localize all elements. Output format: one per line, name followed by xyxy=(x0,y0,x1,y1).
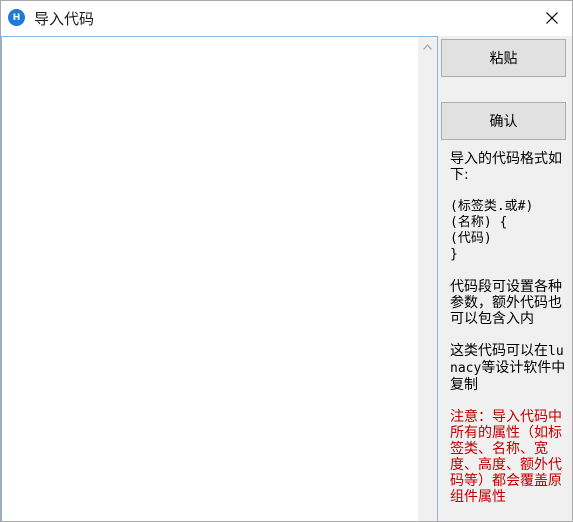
close-icon xyxy=(546,12,558,24)
copy-note: 这类代码可以在lunacy等设计软件中复制 xyxy=(450,343,570,393)
vertical-scrollbar[interactable] xyxy=(418,37,437,521)
close-button[interactable] xyxy=(532,1,572,35)
import-code-dialog: H 导入代码 粘贴 确认 导入的代码格式如下: (标签类.或#) (名称) { … xyxy=(0,0,573,522)
format-code-example: (标签类.或#) (名称) { (代码) } xyxy=(450,199,534,262)
warning-note: 注意：导入代码中所有的属性（如标签类、名称、宽度、高度、额外代码等）都会覆盖原组… xyxy=(450,409,562,505)
help-text: 导入的代码格式如下: (标签类.或#) (名称) { (代码) } 代码段可设置… xyxy=(450,151,570,521)
paste-button[interactable]: 粘贴 xyxy=(441,39,566,77)
side-panel: 粘贴 确认 导入的代码格式如下: (标签类.或#) (名称) { (代码) } … xyxy=(438,36,572,521)
code-input[interactable] xyxy=(2,37,418,521)
params-note: 代码段可设置各种参数，额外代码也可以包含入内 xyxy=(450,279,562,327)
app-icon: H xyxy=(8,9,25,26)
code-editor xyxy=(1,36,438,521)
copy-note-pre: 这类代码可以在 xyxy=(450,343,548,359)
format-intro: 导入的代码格式如下: xyxy=(450,151,562,183)
chevron-up-icon xyxy=(423,43,432,50)
title-bar[interactable]: H 导入代码 xyxy=(1,1,572,35)
window-title: 导入代码 xyxy=(34,10,95,28)
confirm-button[interactable]: 确认 xyxy=(441,102,566,140)
scroll-up-button[interactable] xyxy=(418,37,437,56)
